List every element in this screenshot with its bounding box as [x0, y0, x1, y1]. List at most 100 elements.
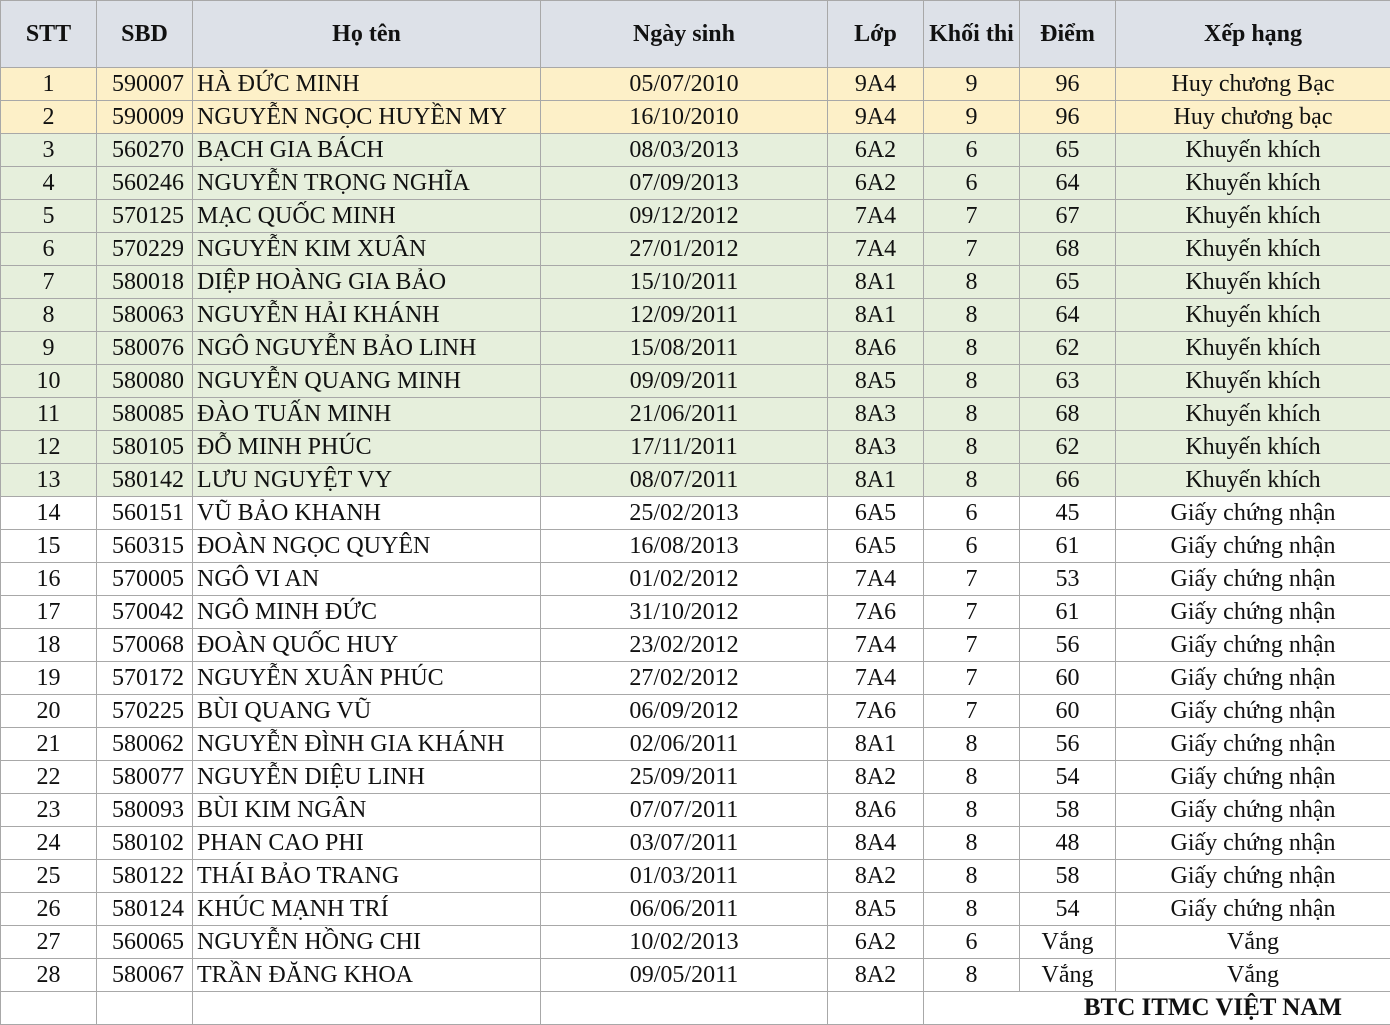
cell-class: 8A2: [828, 959, 924, 992]
cell-score: 48: [1020, 827, 1116, 860]
cell-dob: 12/09/2011: [541, 299, 828, 332]
cell-grade: 8: [924, 365, 1020, 398]
cell-class: 8A4: [828, 827, 924, 860]
cell-sbd: 580122: [97, 860, 193, 893]
table-row: 15560315ĐOÀN NGỌC QUYÊN16/08/20136A5661G…: [1, 530, 1390, 563]
table-row: 25580122THÁI BẢO TRANG01/03/20118A2858Gi…: [1, 860, 1390, 893]
cell-class: 8A6: [828, 794, 924, 827]
footer-empty-cell: [193, 992, 541, 1025]
table-row: 23580093BÙI KIM NGÂN07/07/20118A6858Giấy…: [1, 794, 1390, 827]
cell-rank: Khuyến khích: [1116, 431, 1390, 464]
table-row: 9580076NGÔ NGUYỄN BẢO LINH15/08/20118A68…: [1, 332, 1390, 365]
cell-class: 7A6: [828, 695, 924, 728]
cell-stt: 22: [1, 761, 97, 794]
cell-stt: 24: [1, 827, 97, 860]
cell-sbd: 580105: [97, 431, 193, 464]
cell-name: BẠCH GIA BÁCH: [193, 134, 541, 167]
table-row: 11580085ĐÀO TUẤN MINH21/06/20118A3868Khu…: [1, 398, 1390, 431]
cell-score: 67: [1020, 200, 1116, 233]
cell-stt: 16: [1, 563, 97, 596]
cell-rank: Giấy chứng nhận: [1116, 563, 1390, 596]
table-row: 17570042NGÔ MINH ĐỨC31/10/20127A6761Giấy…: [1, 596, 1390, 629]
header-rank: Xếp hạng: [1116, 1, 1390, 68]
header-score: Điểm: [1020, 1, 1116, 68]
cell-class: 7A4: [828, 563, 924, 596]
cell-name: NGUYỄN NGỌC HUYỀN MY: [193, 101, 541, 134]
table-row: 22580077NGUYỄN DIỆU LINH25/09/20118A2854…: [1, 761, 1390, 794]
cell-name: NGUYỄN DIỆU LINH: [193, 761, 541, 794]
cell-stt: 8: [1, 299, 97, 332]
header-stt: STT: [1, 1, 97, 68]
cell-dob: 06/06/2011: [541, 893, 828, 926]
cell-score: 65: [1020, 134, 1116, 167]
cell-score: 61: [1020, 530, 1116, 563]
cell-name: NGUYỄN TRỌNG NGHĨA: [193, 167, 541, 200]
table-row: 18570068ĐOÀN QUỐC HUY23/02/20127A4756Giấ…: [1, 629, 1390, 662]
cell-rank: Giấy chứng nhận: [1116, 662, 1390, 695]
cell-rank: Khuyến khích: [1116, 167, 1390, 200]
cell-rank: Khuyến khích: [1116, 464, 1390, 497]
footer-empty-cell: [97, 992, 193, 1025]
cell-stt: 3: [1, 134, 97, 167]
cell-rank: Khuyến khích: [1116, 299, 1390, 332]
cell-class: 8A5: [828, 893, 924, 926]
table-row: 13580142LƯU NGUYỆT VY08/07/20118A1866Khu…: [1, 464, 1390, 497]
cell-grade: 9: [924, 101, 1020, 134]
cell-sbd: 580062: [97, 728, 193, 761]
cell-stt: 26: [1, 893, 97, 926]
cell-sbd: 580085: [97, 398, 193, 431]
table-row: 4560246NGUYỄN TRỌNG NGHĨA07/09/20136A266…: [1, 167, 1390, 200]
cell-dob: 03/07/2011: [541, 827, 828, 860]
results-table: STT SBD Họ tên Ngày sinh Lớp Khối thi Đi…: [0, 0, 1390, 1025]
footer-empty-cell: [541, 992, 828, 1025]
cell-stt: 12: [1, 431, 97, 464]
header-name: Họ tên: [193, 1, 541, 68]
cell-stt: 23: [1, 794, 97, 827]
cell-grade: 6: [924, 530, 1020, 563]
cell-dob: 08/07/2011: [541, 464, 828, 497]
table-row: 24580102PHAN CAO PHI03/07/20118A4848Giấy…: [1, 827, 1390, 860]
cell-dob: 02/06/2011: [541, 728, 828, 761]
table-row: 2590009NGUYỄN NGỌC HUYỀN MY16/10/20109A4…: [1, 101, 1390, 134]
table-row: 21580062NGUYỄN ĐÌNH GIA KHÁNH02/06/20118…: [1, 728, 1390, 761]
cell-grade: 8: [924, 266, 1020, 299]
cell-grade: 6: [924, 134, 1020, 167]
cell-name: VŨ BẢO KHANH: [193, 497, 541, 530]
cell-name: THÁI BẢO TRANG: [193, 860, 541, 893]
cell-sbd: 570172: [97, 662, 193, 695]
cell-grade: 8: [924, 332, 1020, 365]
header-row: STT SBD Họ tên Ngày sinh Lớp Khối thi Đi…: [1, 1, 1390, 68]
cell-stt: 21: [1, 728, 97, 761]
cell-score: 45: [1020, 497, 1116, 530]
cell-stt: 11: [1, 398, 97, 431]
cell-score: 64: [1020, 299, 1116, 332]
cell-score: 58: [1020, 794, 1116, 827]
cell-class: 8A6: [828, 332, 924, 365]
cell-name: NGUYỄN HỒNG CHI: [193, 926, 541, 959]
table-row: 27560065NGUYỄN HỒNG CHI10/02/20136A26Vắn…: [1, 926, 1390, 959]
cell-dob: 09/12/2012: [541, 200, 828, 233]
cell-stt: 6: [1, 233, 97, 266]
cell-stt: 5: [1, 200, 97, 233]
cell-rank: Giấy chứng nhận: [1116, 893, 1390, 926]
cell-dob: 06/09/2012: [541, 695, 828, 728]
cell-name: NGUYỄN QUANG MINH: [193, 365, 541, 398]
cell-sbd: 580080: [97, 365, 193, 398]
cell-score: 65: [1020, 266, 1116, 299]
cell-name: ĐOÀN NGỌC QUYÊN: [193, 530, 541, 563]
organizer-signature: BTC ITMC VIỆT NAM: [924, 992, 1390, 1025]
cell-score: 61: [1020, 596, 1116, 629]
cell-sbd: 580077: [97, 761, 193, 794]
cell-class: 8A1: [828, 464, 924, 497]
cell-name: DIỆP HOÀNG GIA BẢO: [193, 266, 541, 299]
cell-stt: 15: [1, 530, 97, 563]
cell-dob: 09/05/2011: [541, 959, 828, 992]
cell-rank: Huy chương Bạc: [1116, 68, 1390, 101]
cell-score: Vắng: [1020, 926, 1116, 959]
footer-empty-cell: [828, 992, 924, 1025]
cell-grade: 6: [924, 497, 1020, 530]
cell-rank: Khuyến khích: [1116, 134, 1390, 167]
table-row: 20570225BÙI QUANG VŨ06/09/20127A6760Giấy…: [1, 695, 1390, 728]
cell-rank: Giấy chứng nhận: [1116, 497, 1390, 530]
cell-score: 56: [1020, 629, 1116, 662]
